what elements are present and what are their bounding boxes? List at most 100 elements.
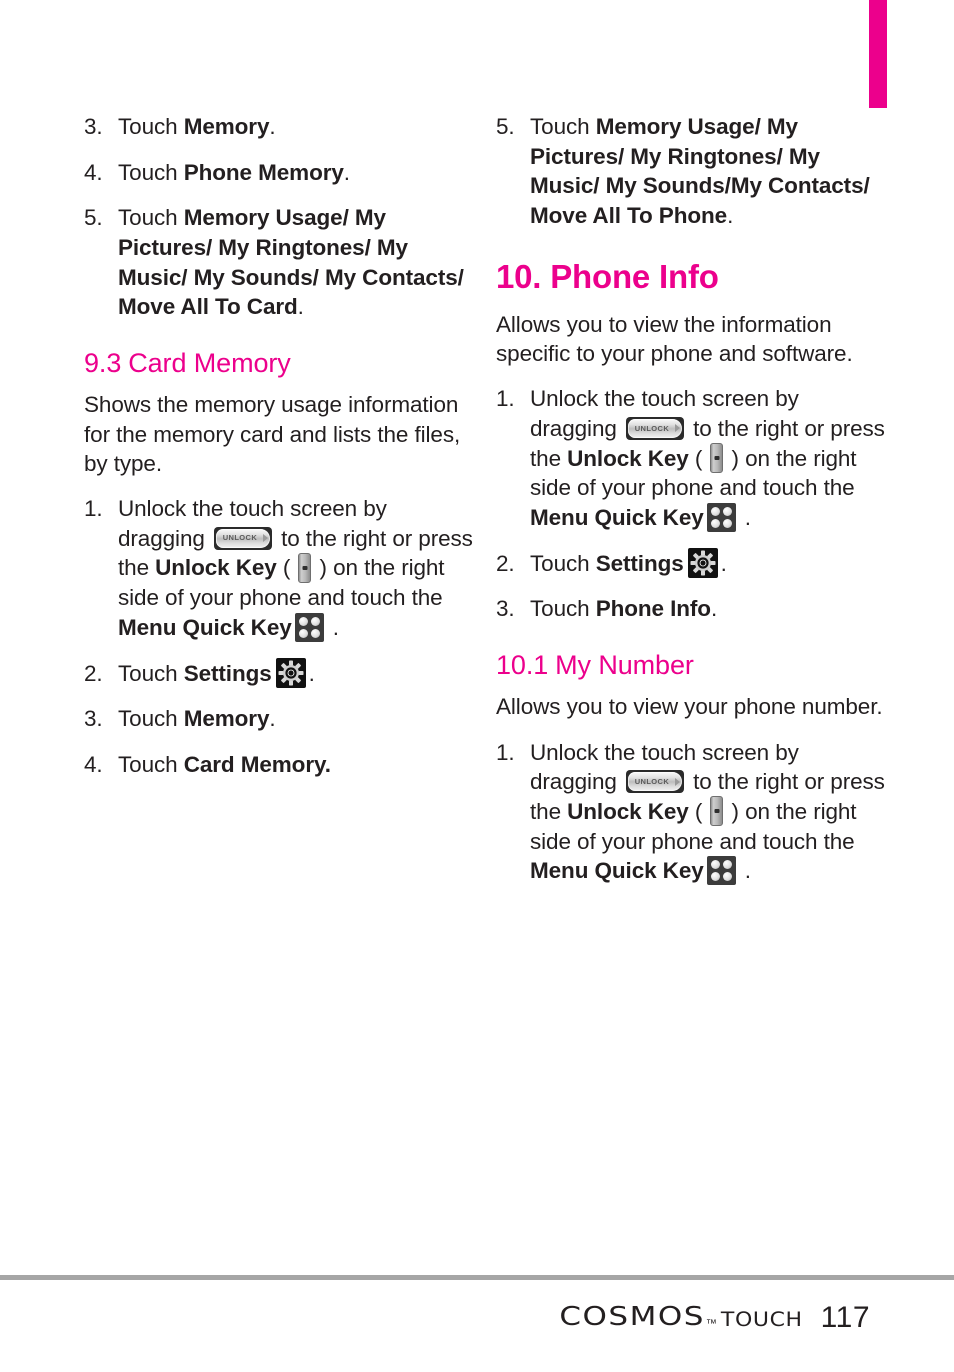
unlock-key-dot-icon [714, 809, 720, 814]
my-number-intro: Allows you to view your phone number. [496, 694, 883, 720]
card-memory-intro: Shows the memory usage information for t… [84, 392, 461, 476]
step-number: 2. [84, 660, 103, 686]
step-number: 4. [84, 751, 103, 777]
step-bold-term: Menu Quick Key [530, 858, 704, 884]
menu-dot-icon [298, 616, 308, 626]
step-text: Touch [118, 660, 184, 686]
step-text-tail: . [326, 614, 339, 640]
list-item: 2. Touch Settings. [496, 547, 886, 579]
settings-gear-icon[interactable] [687, 547, 718, 578]
subsection-title-text: Card Memory [128, 348, 291, 379]
page-tab-marker [869, 0, 887, 108]
step-number: 3. [84, 706, 103, 732]
menu-quick-key-icon[interactable] [706, 856, 736, 886]
footer-divider [0, 1275, 954, 1280]
step-bold-term: Phone Info [595, 596, 711, 622]
step-bold-term: Memory [183, 114, 270, 139]
unlock-slider-label: UNLOCK [634, 776, 670, 786]
unlock-slider-icon[interactable]: UNLOCK [625, 416, 684, 440]
step-bold-term: Unlock Key [155, 555, 277, 581]
unlock-slider-label: UNLOCK [222, 533, 258, 543]
menu-dot-icon [722, 872, 732, 882]
list-item: 1. Unlock the touch screen by dragging UN… [496, 384, 886, 533]
list-item: 5. Touch Memory Usage/ My Pictures/ My Ri… [84, 203, 474, 322]
subsection-number: 9.3 [84, 348, 122, 379]
left-steps-top: 3. Touch Memory. 4. Touch Phone Memory. 5.… [84, 112, 474, 322]
left-steps-bottom: 1. Unlock the touch screen by dragging UN… [84, 494, 474, 780]
step-text: Touch [118, 205, 184, 231]
page-body: 3. Touch Memory. 4. Touch Phone Memory. 5.… [0, 112, 954, 1262]
unlock-slider-label: UNLOCK [634, 423, 670, 433]
step-bold-term: Unlock Key [567, 798, 689, 824]
unlock-slider-icon[interactable]: UNLOCK [625, 770, 684, 794]
menu-dot-icon [710, 872, 720, 882]
step-number: 5. [84, 205, 103, 231]
chevron-right-icon [674, 777, 680, 786]
brand-name: COSMOS [559, 1302, 705, 1332]
step-number: 5. [496, 114, 515, 139]
step-text-tail: . [269, 114, 276, 139]
menu-dot-icon [722, 507, 732, 517]
step-number: 3. [84, 114, 103, 139]
unlock-key-icon[interactable] [710, 796, 724, 827]
page-number: 117 [820, 1301, 870, 1334]
step-number: 4. [84, 159, 103, 185]
section-heading-phone-info: 10. Phone Info [496, 257, 886, 296]
section-title-text: Phone Info [550, 257, 719, 295]
step-number: 1. [84, 496, 103, 522]
list-item: 5. Touch Memory Usage/ My Pictures/ My Ri… [496, 112, 886, 231]
step-text: ( [688, 798, 709, 824]
phone-info-steps: 1. Unlock the touch screen by dragging UN… [496, 384, 886, 624]
chevron-right-icon [674, 424, 680, 433]
unlock-slider-icon[interactable]: UNLOCK [213, 526, 272, 550]
step-bold-term: Settings [595, 550, 684, 576]
step-bold-term: Menu Quick Key [530, 504, 704, 530]
step-text-tail: . [720, 550, 727, 576]
step-text: Touch [530, 550, 596, 576]
step-text-tail: . [269, 706, 276, 732]
step-number: 3. [496, 596, 515, 622]
step-text-tail: . [738, 504, 751, 530]
menu-quick-key-icon[interactable] [706, 503, 736, 533]
subsection-heading-card-memory: 9.3 Card Memory [84, 348, 474, 378]
step-bold-term: Unlock Key [567, 445, 689, 471]
unlock-key-icon[interactable] [298, 553, 312, 584]
menu-quick-key-icon[interactable] [294, 612, 324, 642]
step-text-tail: . [710, 596, 718, 622]
step-text-tail: . [297, 294, 304, 320]
list-item: 1. Unlock the touch screen by dragging UN… [84, 494, 474, 642]
menu-dot-icon [722, 519, 732, 529]
menu-dot-icon [298, 628, 308, 638]
right-steps-top: 5. Touch Memory Usage/ My Pictures/ My Ri… [496, 112, 886, 231]
chevron-right-icon [262, 534, 268, 543]
step-bold-term: Phone Memory [183, 159, 344, 185]
step-number: 2. [496, 550, 515, 576]
unlock-key-dot-icon [302, 566, 308, 571]
step-text: Touch [118, 114, 184, 139]
subsection-title-text: My Number [555, 650, 694, 681]
brand-lockup: COSMOS ™ TOUCH 117 [559, 1299, 870, 1335]
list-item: 2. Touch Settings. [84, 657, 474, 689]
step-bold-term: Menu Quick Key [118, 614, 292, 640]
menu-dot-icon [710, 519, 720, 529]
list-item: 4. Touch Card Memory. [84, 750, 474, 780]
step-number: 1. [496, 386, 515, 412]
my-number-steps: 1. Unlock the touch screen by dragging UN… [496, 738, 886, 886]
unlock-key-icon[interactable] [710, 443, 724, 474]
list-item: 4. Touch Phone Memory. [84, 158, 474, 188]
list-item: 3. Touch Memory. [84, 704, 474, 734]
menu-dot-icon [310, 628, 320, 638]
section-number: 10. [496, 257, 542, 295]
step-text-tail: . [738, 858, 751, 884]
step-text: Touch [118, 706, 184, 732]
step-text: Touch [530, 596, 596, 622]
step-text: Touch [118, 159, 184, 185]
right-column: 5. Touch Memory Usage/ My Pictures/ My Ri… [496, 112, 886, 902]
list-item: 1. Unlock the touch screen by dragging UN… [496, 738, 886, 886]
subsection-heading-my-number: 10.1 My Number [496, 650, 886, 680]
settings-gear-icon[interactable] [275, 657, 306, 688]
trademark-symbol: ™ [705, 1318, 717, 1330]
menu-dot-icon [722, 860, 732, 870]
menu-dot-icon [710, 507, 720, 517]
brand-sub-name: TOUCH [720, 1309, 803, 1332]
